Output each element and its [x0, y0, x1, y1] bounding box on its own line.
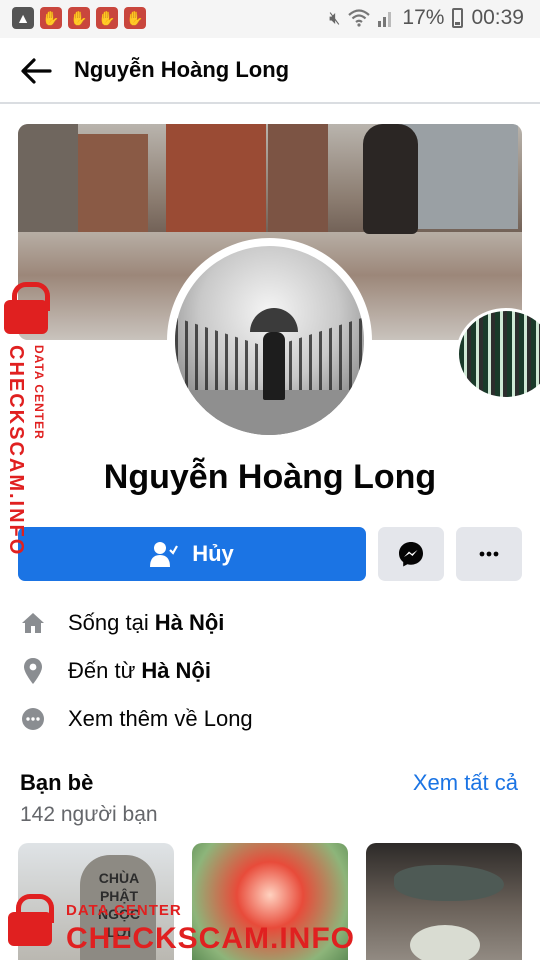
app-notification-icon: ✋ — [96, 7, 118, 29]
intro-from: Đến từ Hà Nội — [20, 656, 211, 686]
cover-building — [268, 124, 328, 232]
friends-count: 142 người bạn — [20, 803, 158, 826]
side-thumbnail[interactable] — [456, 308, 540, 400]
back-arrow-icon — [21, 58, 52, 84]
app-notification-icon: ✋ — [68, 7, 90, 29]
app-header: Nguyễn Hoàng Long — [0, 38, 540, 104]
cover-walker — [363, 124, 418, 234]
watermark-small-text: DATA CENTER — [66, 902, 182, 919]
friend-thumbnail-scale — [410, 925, 480, 960]
avatar-person — [263, 332, 285, 400]
friend-thumbnail-fish — [394, 865, 504, 901]
cover-building — [78, 134, 148, 234]
signal-icon — [378, 12, 392, 27]
see-all-friends-link[interactable]: Xem tất cả — [413, 770, 518, 796]
wifi-icon — [348, 9, 371, 27]
battery-icon — [452, 8, 464, 28]
clock: 00:39 — [471, 6, 524, 29]
watermark-lock-icon — [8, 894, 54, 946]
avatar-photo — [175, 246, 364, 435]
cover-building — [166, 124, 266, 236]
more-options-button[interactable] — [456, 527, 522, 581]
intro-lives-value[interactable]: Hà Nội — [155, 610, 225, 636]
watermark-lock-icon — [4, 282, 50, 334]
location-pin-icon — [20, 658, 46, 684]
home-icon — [20, 610, 46, 636]
watermark-large-text: CHECKSCAM.INFO — [66, 922, 355, 955]
intro-lives-in: Sống tại Hà Nội — [20, 608, 224, 638]
back-button[interactable] — [20, 56, 52, 86]
app-notification-icon: ✋ — [124, 7, 146, 29]
messenger-button[interactable] — [378, 527, 444, 581]
status-bar: ▲ ✋ ✋ ✋ ✋ 🔇︎ 17% 00:39 — [0, 0, 540, 38]
more-dots-icon — [479, 551, 499, 557]
intro-see-more[interactable]: Xem thêm về Long — [20, 704, 253, 734]
mute-icon: 🔇︎ — [329, 7, 341, 28]
friend-thumbnail[interactable] — [366, 843, 522, 960]
battery-percent: 17% — [402, 6, 445, 29]
watermark-small-text: DATA CENTER — [32, 345, 46, 440]
image-notification-icon: ▲ — [12, 7, 34, 29]
notification-icons: ▲ ✋ ✋ ✋ ✋ — [12, 7, 146, 29]
intro-from-prefix: Đến từ — [68, 658, 136, 683]
profile-name: Nguyễn Hoàng Long — [103, 458, 437, 496]
intro-lives-prefix: Sống tại — [68, 610, 149, 635]
cancel-friend-request-button[interactable]: Hủy — [18, 527, 366, 581]
profile-avatar[interactable] — [167, 238, 372, 443]
cancel-friend-request-label: Hủy — [192, 541, 234, 566]
page-title: Nguyễn Hoàng Long — [74, 57, 290, 82]
watermark-large-text: CHECKSCAM.INFO — [5, 345, 27, 557]
messenger-icon — [399, 542, 423, 567]
avatar-umbrella — [250, 308, 298, 332]
intro-from-value[interactable]: Hà Nội — [141, 658, 211, 684]
more-info-icon — [20, 706, 46, 732]
friends-section-title: Bạn bè — [20, 770, 94, 795]
friend-request-icon — [150, 542, 179, 567]
intro-see-more-label: Xem thêm về Long — [68, 706, 253, 731]
cover-building — [18, 124, 78, 234]
app-notification-icon: ✋ — [40, 7, 62, 29]
